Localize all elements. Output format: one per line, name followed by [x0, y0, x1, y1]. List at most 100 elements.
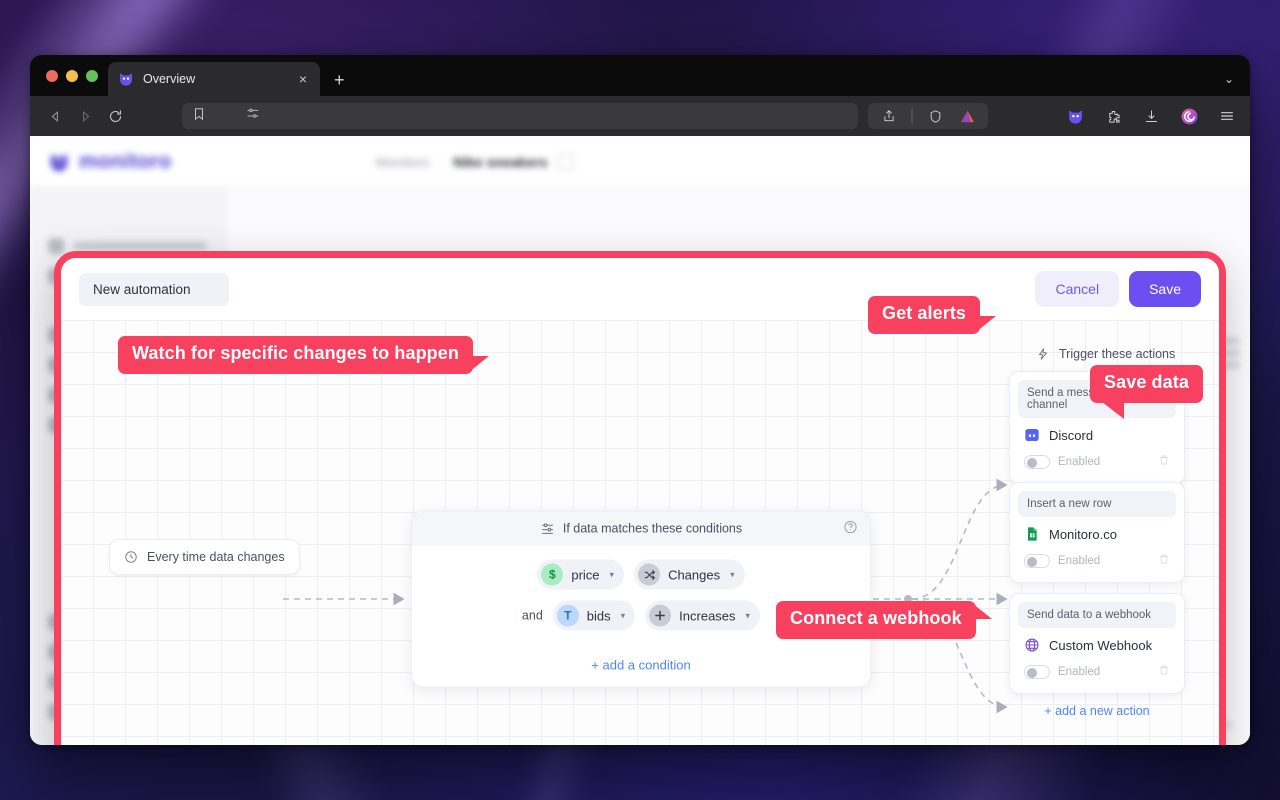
modal-header-actions: Cancel Save	[1035, 271, 1201, 307]
automation-canvas[interactable]: Every time data changes If data matches …	[61, 320, 1219, 745]
action-enabled-label: Enabled	[1058, 456, 1100, 468]
condition-conjunction: and	[522, 609, 543, 623]
condition-operator-label: Increases	[679, 608, 735, 623]
browser-tab[interactable]: Overview ×	[108, 62, 320, 96]
reload-icon[interactable]	[102, 103, 128, 129]
filter-sliders-icon	[540, 521, 555, 536]
sidebar-group-label	[46, 214, 213, 225]
web-page: monitoro Monitors : Nike sneakers	[30, 136, 1250, 745]
trigger-node[interactable]: Every time data changes	[109, 539, 300, 575]
window-traffic-lights	[42, 55, 108, 96]
back-arrow-icon[interactable]	[42, 103, 68, 129]
add-action-button[interactable]: + add a new action	[1009, 704, 1185, 718]
globe-icon	[1024, 637, 1040, 653]
automation-name-input[interactable]: New automation	[79, 273, 229, 306]
condition-operator-label: Changes	[668, 567, 720, 582]
hamburger-menu-icon[interactable]	[1216, 105, 1238, 127]
callout-save-data: Save data	[1090, 365, 1203, 403]
discord-icon	[1024, 427, 1040, 443]
cancel-button[interactable]: Cancel	[1035, 271, 1119, 307]
question-circle-icon[interactable]	[843, 520, 858, 538]
minimize-window-button[interactable]	[66, 70, 78, 82]
breadcrumb-separator: :	[439, 154, 443, 170]
add-condition-button[interactable]: + add a condition	[412, 652, 870, 687]
browser-tab-title: Overview	[143, 72, 287, 86]
close-icon[interactable]: ×	[296, 70, 310, 88]
callout-get-alerts: Get alerts	[868, 296, 980, 334]
lightning-bolt-icon	[1036, 347, 1050, 361]
desktop-wallpaper: Overview × + ⌄	[0, 0, 1280, 800]
plus-icon	[649, 605, 671, 627]
trash-icon[interactable]	[1158, 453, 1170, 471]
edit-monitor-icon[interactable]	[557, 154, 573, 170]
actions-header: Trigger these actions	[1036, 347, 1175, 361]
condition-field-label: bids	[587, 608, 611, 623]
puzzle-extension-icon[interactable]	[1102, 105, 1124, 127]
trash-icon[interactable]	[1158, 663, 1170, 681]
save-button[interactable]: Save	[1129, 271, 1201, 307]
browser-window: Overview × + ⌄	[30, 55, 1250, 745]
conditions-header: If data matches these conditions	[412, 512, 870, 546]
condition-operator-pill[interactable]: Changes ▾	[634, 560, 745, 590]
action-card-footer: Enabled	[1018, 661, 1176, 685]
action-enabled-toggle[interactable]	[1024, 455, 1050, 469]
action-card-app-label: Monitoro.co	[1049, 527, 1117, 542]
action-card-app-label: Custom Webhook	[1049, 638, 1152, 653]
breadcrumb: Monitors : Nike sneakers	[376, 154, 574, 170]
breadcrumb-parent[interactable]: Monitors	[376, 154, 430, 170]
download-icon[interactable]	[1140, 105, 1162, 127]
new-tab-button[interactable]: +	[334, 71, 345, 89]
action-enabled-label: Enabled	[1058, 555, 1100, 567]
trigger-node-label: Every time data changes	[147, 550, 285, 564]
dollar-icon: $	[541, 564, 563, 586]
text-type-icon: T	[557, 605, 579, 627]
action-card-app: Discord	[1018, 418, 1176, 451]
chevron-down-icon[interactable]: ⌄	[1224, 72, 1250, 96]
condition-operator-pill[interactable]: Increases ▾	[645, 601, 760, 631]
actions-header-label: Trigger these actions	[1059, 347, 1175, 361]
action-card-title: Insert a new row	[1018, 491, 1176, 517]
bookmark-icon[interactable]	[192, 107, 206, 126]
conditions-card: If data matches these conditions $	[411, 511, 871, 688]
chevron-down-icon: ▾	[746, 610, 751, 621]
conditions-header-label: If data matches these conditions	[563, 522, 742, 536]
action-enabled-label: Enabled	[1058, 666, 1100, 678]
chevron-down-icon: ▾	[610, 569, 615, 580]
action-card-footer: Enabled	[1018, 451, 1176, 475]
url-input[interactable]	[269, 109, 848, 123]
action-enabled-toggle[interactable]	[1024, 554, 1050, 568]
condition-field-label: price	[571, 567, 599, 582]
site-settings-icon[interactable]	[246, 106, 261, 126]
action-card-footer: Enabled	[1018, 550, 1176, 574]
monitoro-logo-icon	[48, 151, 70, 173]
chevron-down-icon: ▾	[730, 569, 735, 580]
action-card[interactable]: Insert a new row Monitoro.co Enabled	[1009, 482, 1185, 583]
action-enabled-toggle[interactable]	[1024, 665, 1050, 679]
browser-tab-strip: Overview × + ⌄	[30, 55, 1250, 96]
address-bar[interactable]	[182, 103, 858, 129]
callout-connect-webhook: Connect a webhook	[776, 601, 976, 639]
modal-header: New automation Cancel Save	[61, 258, 1219, 320]
shuffle-icon	[638, 564, 660, 586]
brave-shield-icon[interactable]	[924, 105, 946, 127]
brave-rewards-icon[interactable]	[956, 105, 978, 127]
condition-field-pill[interactable]: T bids ▾	[553, 601, 635, 631]
maximize-window-button[interactable]	[86, 70, 98, 82]
action-card-title: Send data to a webhook	[1018, 602, 1176, 628]
close-window-button[interactable]	[46, 70, 58, 82]
trash-icon[interactable]	[1158, 552, 1170, 570]
share-icon[interactable]	[878, 105, 900, 127]
brand-name: monitoro	[79, 150, 172, 174]
chevron-down-icon: ▾	[621, 610, 626, 621]
profile-avatar-icon[interactable]	[1178, 105, 1200, 127]
app-brand[interactable]: monitoro	[48, 150, 172, 174]
action-card[interactable]: Send data to a webhook Custom Webhook En…	[1009, 593, 1185, 694]
condition-field-pill[interactable]: $ price ▾	[537, 560, 624, 590]
monitoro-logo-icon	[118, 71, 134, 87]
forward-arrow-icon[interactable]	[72, 103, 98, 129]
browser-toolbar: |	[30, 96, 1250, 136]
app-topbar: monitoro Monitors : Nike sneakers	[30, 136, 1250, 188]
monitoro-extension-icon[interactable]	[1064, 105, 1086, 127]
action-card-app-label: Discord	[1049, 428, 1093, 443]
clock-icon	[124, 550, 138, 564]
